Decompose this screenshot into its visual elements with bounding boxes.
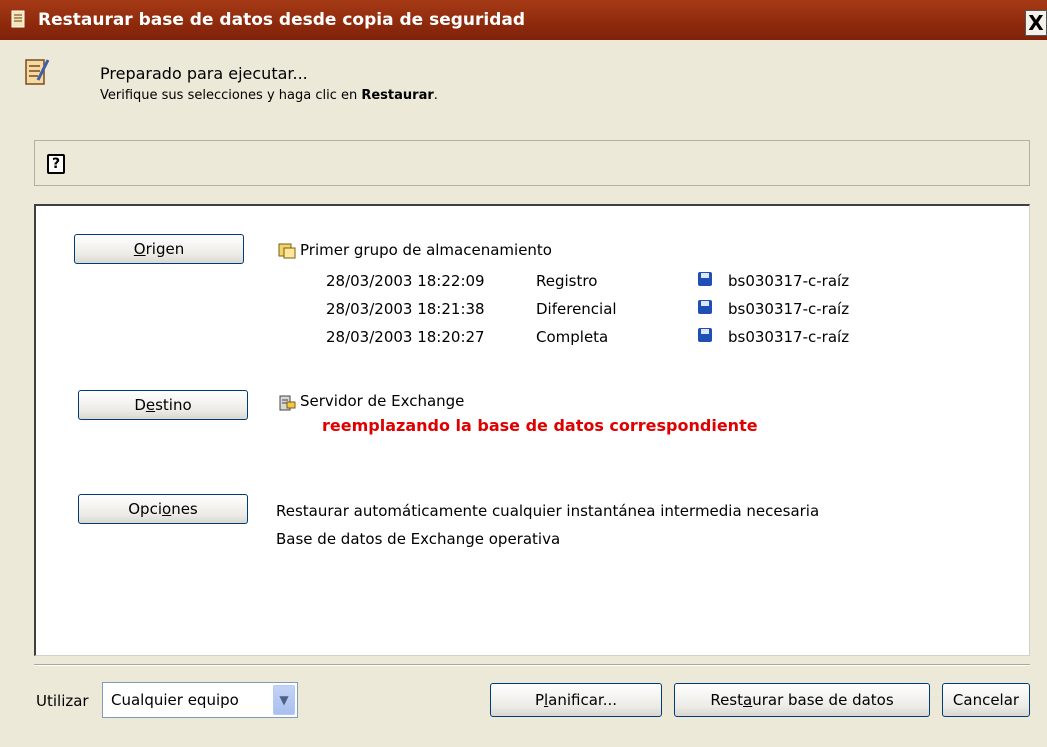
destination-server-name: Servidor de Exchange	[300, 392, 465, 410]
restore-database-button[interactable]: Restaurar base de datos	[674, 683, 930, 717]
floppy-disk-icon	[698, 300, 712, 314]
destination-warning: reemplazando la base de datos correspond…	[322, 416, 758, 435]
close-button[interactable]: X	[1025, 10, 1047, 36]
backup-datetime: 28/03/2003 18:21:38	[326, 300, 485, 318]
backup-datetime: 28/03/2003 18:22:09	[326, 272, 485, 290]
use-combobox-value: Cualquier equipo	[111, 691, 239, 709]
notepad-edit-icon	[25, 59, 50, 85]
help-bar: ?	[34, 140, 1030, 186]
backup-media: bs030317-c-raíz	[728, 300, 850, 318]
use-label: Utilizar	[36, 692, 89, 710]
backup-type: Completa	[536, 328, 609, 346]
storage-group-name: Primer grupo de almacenamiento	[300, 241, 552, 259]
storage-group-icon	[278, 243, 296, 259]
restore-document-icon	[11, 10, 25, 28]
summary-panel: Origen Primer grupo de almacenamiento 28…	[34, 204, 1030, 656]
option-line: Base de datos de Exchange operativa	[276, 530, 561, 548]
footer-separator	[34, 664, 1030, 666]
use-combobox[interactable]: Cualquier equipo ▼	[102, 682, 298, 718]
instruction-text: Verifique sus selecciones y haga clic en…	[100, 88, 438, 103]
source-button[interactable]: Origen	[74, 234, 244, 264]
window-title: Restaurar base de datos desde copia de s…	[38, 10, 526, 30]
cancel-button[interactable]: Cancelar	[942, 683, 1030, 717]
option-line: Restaurar automáticamente cualquier inst…	[276, 502, 820, 520]
backup-type: Diferencial	[536, 300, 617, 318]
backup-media: bs030317-c-raíz	[728, 272, 850, 290]
options-button[interactable]: Opciones	[78, 494, 248, 524]
status-text: Preparado para ejecutar...	[100, 64, 308, 83]
backup-type: Registro	[536, 272, 598, 290]
schedule-button[interactable]: Planificar...	[490, 683, 662, 717]
exchange-server-icon	[279, 395, 296, 411]
chevron-down-icon[interactable]: ▼	[273, 685, 295, 715]
floppy-disk-icon	[698, 328, 712, 342]
title-bar: Restaurar base de datos desde copia de s…	[0, 0, 1047, 40]
backup-datetime: 28/03/2003 18:20:27	[326, 328, 485, 346]
destination-button[interactable]: Destino	[78, 390, 248, 420]
help-question-icon[interactable]: ?	[47, 154, 65, 174]
backup-media: bs030317-c-raíz	[728, 328, 850, 346]
floppy-disk-icon	[698, 272, 712, 286]
